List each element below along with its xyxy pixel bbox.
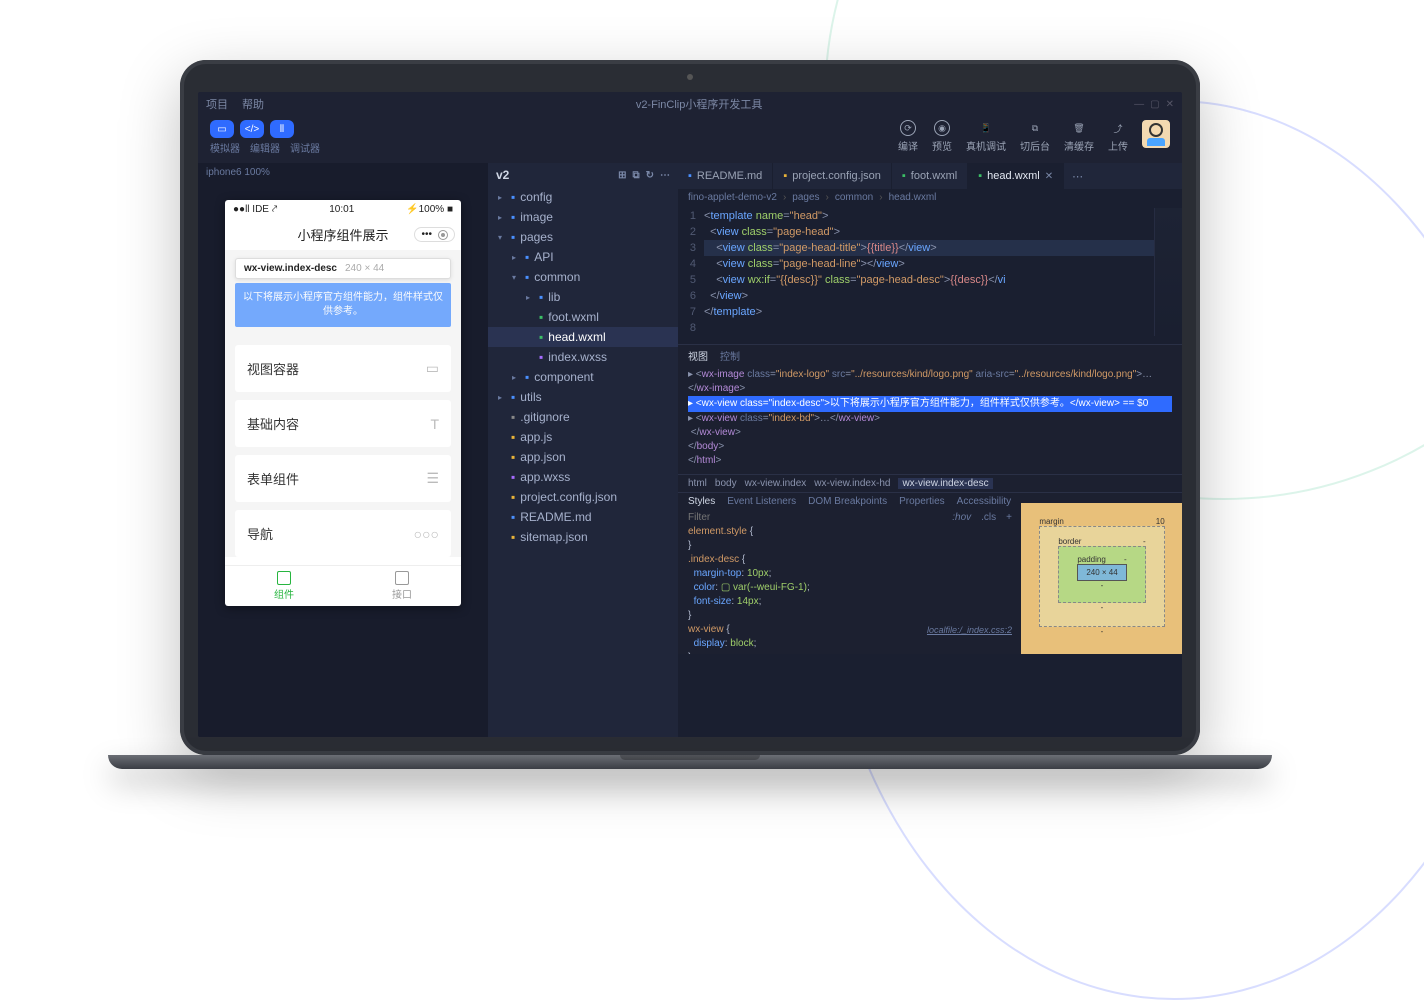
- phone-tab-components[interactable]: 组件: [225, 566, 343, 606]
- inspect-tooltip: wx-view.index-desc 240 × 44: [235, 258, 451, 279]
- dom-tree[interactable]: ▸ <wx-image class="index-logo" src="../r…: [678, 366, 1182, 474]
- editor-tab[interactable]: ▪head.wxml✕: [968, 163, 1064, 189]
- tree-node[interactable]: ▪index.wxss: [488, 347, 678, 367]
- phone-tab-api[interactable]: 接口: [343, 566, 461, 606]
- styles-tab[interactable]: Accessibility: [957, 496, 1011, 507]
- breadcrumbs[interactable]: fino-applet-demo-v2›pages›common›head.wx…: [678, 189, 1182, 206]
- tree-node[interactable]: ▪foot.wxml: [488, 307, 678, 327]
- tree-node[interactable]: ▪.gitignore: [488, 407, 678, 427]
- explorer-root: v2: [496, 168, 509, 182]
- mode-simulator-label: 模拟器: [210, 140, 240, 155]
- tree-node[interactable]: ▸▪lib: [488, 287, 678, 307]
- styles-cls-toggle[interactable]: .cls: [981, 512, 996, 523]
- phone-nav-bar: 小程序组件展示 •••: [225, 219, 461, 250]
- tree-node[interactable]: ▪app.js: [488, 427, 678, 447]
- mode-editor-label: 编辑器: [250, 140, 280, 155]
- action-preview[interactable]: ◉预览: [932, 120, 952, 153]
- tree-node[interactable]: ▪sitemap.json: [488, 527, 678, 547]
- camera-dot: [687, 74, 693, 80]
- tree-node[interactable]: ▪README.md: [488, 507, 678, 527]
- tabs-overflow[interactable]: ⋯: [1064, 170, 1091, 183]
- mode-editor-icon[interactable]: </>: [240, 120, 264, 138]
- app-window: 项目 帮助 v2-FinClip小程序开发工具 —▢✕ ▭ </> ⫴ 模拟器 …: [198, 92, 1182, 737]
- editor-area: ▪README.md▪project.config.json▪foot.wxml…: [678, 163, 1182, 737]
- minimap[interactable]: [1154, 208, 1182, 336]
- action-upload[interactable]: ⤴上传: [1108, 120, 1128, 153]
- sim-menu-item[interactable]: 视图容器▭: [235, 345, 451, 392]
- window-title: v2-FinClip小程序开发工具: [278, 96, 1120, 112]
- editor-tab[interactable]: ▪project.config.json: [773, 163, 892, 189]
- tree-node[interactable]: ▸▪API: [488, 247, 678, 267]
- styles-add-rule[interactable]: +: [1006, 512, 1012, 523]
- tree-node[interactable]: ▾▪common: [488, 267, 678, 287]
- phone-preview[interactable]: ●●ll IDE ⤤ 10:01 ⚡100% ■ 小程序组件展示 ••• wx-…: [225, 200, 461, 606]
- devtab-wxml[interactable]: 视图: [688, 348, 708, 363]
- mode-debugger-icon[interactable]: ⫴: [270, 120, 294, 138]
- action-compile[interactable]: ⟳编译: [898, 120, 918, 153]
- phone-status-bar: ●●ll IDE ⤤ 10:01 ⚡100% ■: [225, 200, 461, 219]
- editor-tabs: ▪README.md▪project.config.json▪foot.wxml…: [678, 163, 1182, 189]
- laptop-frame: 项目 帮助 v2-FinClip小程序开发工具 —▢✕ ▭ </> ⫴ 模拟器 …: [180, 60, 1200, 780]
- mode-toggle[interactable]: ▭ </> ⫴: [210, 120, 320, 138]
- menu-project[interactable]: 项目: [206, 96, 228, 112]
- laptop-base: [108, 755, 1272, 769]
- devtools-panel: 视图 控制 ▸ <wx-image class="index-logo" src…: [678, 344, 1182, 654]
- inspected-element[interactable]: 以下将展示小程序官方组件能力，组件样式仅供参考。: [235, 283, 451, 327]
- sim-menu-item[interactable]: 导航○○○: [235, 510, 451, 557]
- tree-node[interactable]: ▸▪config: [488, 187, 678, 207]
- action-remote-debug[interactable]: 📱真机调试: [966, 120, 1006, 153]
- menubar: 项目 帮助 v2-FinClip小程序开发工具 —▢✕: [198, 92, 1182, 116]
- styles-hov-toggle[interactable]: :hov: [952, 512, 971, 523]
- window-controls[interactable]: —▢✕: [1134, 99, 1174, 110]
- styles-tab[interactable]: Properties: [899, 496, 945, 507]
- tree-node[interactable]: ▪head.wxml: [488, 327, 678, 347]
- tree-node[interactable]: ▪app.json: [488, 447, 678, 467]
- sim-menu-item[interactable]: 基础内容T: [235, 400, 451, 447]
- sim-menu-item[interactable]: 表单组件☰: [235, 455, 451, 502]
- code-editor[interactable]: 12345678 <template name="head"> <view cl…: [678, 206, 1182, 344]
- styles-tab[interactable]: Event Listeners: [727, 496, 796, 507]
- tree-node[interactable]: ▸▪utils: [488, 387, 678, 407]
- tree-node[interactable]: ▪project.config.json: [488, 487, 678, 507]
- simulator-device-info: iphone6 100%: [198, 163, 488, 182]
- styles-tabs[interactable]: Styles Event Listeners DOM Breakpoints Prop…: [678, 493, 1022, 510]
- tree-node[interactable]: ▪app.wxss: [488, 467, 678, 487]
- css-rules[interactable]: element.style { }.index-desc { </span> m…: [678, 525, 1022, 654]
- phone-capsule[interactable]: •••: [414, 227, 455, 242]
- box-model: margin 10 border - padding- 240 × 44 - -: [1022, 493, 1182, 654]
- mode-debugger-label: 调试器: [290, 140, 320, 155]
- tree-node[interactable]: ▸▪component: [488, 367, 678, 387]
- dom-breadcrumbs[interactable]: htmlbodywx-view.indexwx-view.index-hdwx-…: [678, 474, 1182, 493]
- simulator-panel: iphone6 100% ●●ll IDE ⤤ 10:01 ⚡100% ■ 小程…: [198, 163, 488, 737]
- action-background[interactable]: ⧉切后台: [1020, 120, 1050, 153]
- styles-tab[interactable]: Styles: [688, 496, 715, 507]
- tree-node[interactable]: ▾▪pages: [488, 227, 678, 247]
- menu-help[interactable]: 帮助: [242, 96, 264, 112]
- user-avatar[interactable]: [1142, 120, 1170, 148]
- styles-tab[interactable]: DOM Breakpoints: [808, 496, 887, 507]
- devtab-console[interactable]: 控制: [720, 348, 740, 363]
- action-clear-cache[interactable]: 🗑清缓存: [1064, 120, 1094, 153]
- toolbar: ▭ </> ⫴ 模拟器 编辑器 调试器 ⟳编译 ◉预览 📱真机调试 ⧉切后台 🗑…: [198, 116, 1182, 163]
- editor-tab[interactable]: ▪README.md: [678, 163, 773, 189]
- editor-tab[interactable]: ▪foot.wxml: [892, 163, 968, 189]
- mode-simulator-icon[interactable]: ▭: [210, 120, 234, 138]
- tree-node[interactable]: ▸▪image: [488, 207, 678, 227]
- styles-filter-input[interactable]: [688, 512, 942, 523]
- file-explorer: v2 ⊞⧉↻⋯ ▸▪config▸▪image▾▪pages▸▪API▾▪com…: [488, 163, 678, 737]
- explorer-actions[interactable]: ⊞⧉↻⋯: [618, 170, 670, 181]
